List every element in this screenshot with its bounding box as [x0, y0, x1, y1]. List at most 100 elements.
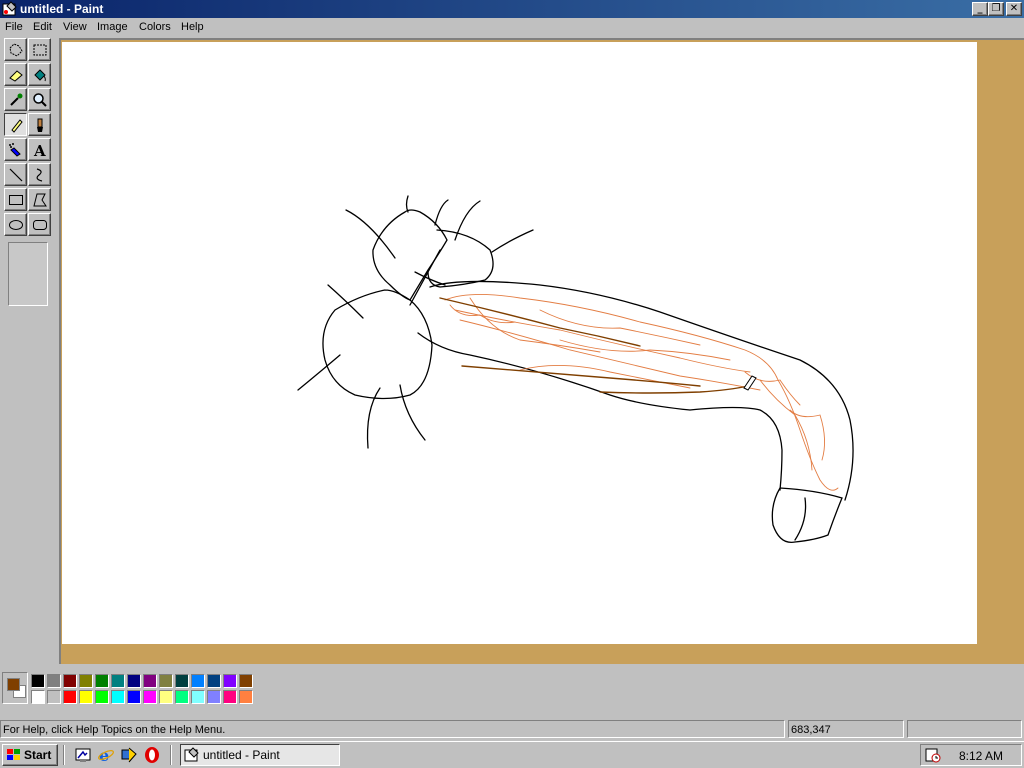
palette-swatch[interactable] [223, 674, 237, 688]
drawn-stroke [405, 195, 409, 213]
tool-pick-color[interactable] [4, 88, 27, 111]
palette-swatch[interactable] [47, 674, 61, 688]
tool-eraser[interactable] [4, 63, 27, 86]
palette-swatch[interactable] [31, 690, 45, 704]
tool-select[interactable] [28, 38, 51, 61]
start-label: Start [24, 748, 52, 762]
foreground-color[interactable] [7, 678, 20, 691]
drawn-stroke [322, 289, 433, 400]
curve-icon [36, 168, 43, 182]
tool-text[interactable]: A [28, 138, 51, 161]
rect-select-icon [33, 44, 47, 56]
palette-swatch[interactable] [127, 674, 141, 688]
tool-rectangle[interactable] [4, 188, 27, 211]
airbrush-icon [9, 143, 21, 157]
tool-free-form-select[interactable] [4, 38, 27, 61]
close-button[interactable]: ✕ [1006, 2, 1022, 16]
current-colors[interactable] [2, 672, 28, 704]
minimize-button[interactable]: _ [972, 2, 988, 16]
palette-swatch[interactable] [239, 690, 253, 704]
channels-icon[interactable] [120, 746, 138, 764]
menu-edit[interactable]: Edit [33, 21, 52, 33]
window-title: untitled - Paint [20, 2, 104, 16]
palette-swatch[interactable] [159, 690, 173, 704]
palette-swatch[interactable] [111, 690, 125, 704]
drawn-stroke [454, 309, 751, 373]
start-button[interactable]: Start [2, 744, 58, 766]
palette-swatch[interactable] [175, 690, 189, 704]
palette-swatch[interactable] [79, 690, 93, 704]
palette-swatch[interactable] [239, 674, 253, 688]
ellipse-icon [9, 220, 23, 230]
status-help-text: For Help, click Help Topics on the Help … [0, 720, 785, 738]
menu-view[interactable]: View [63, 21, 87, 33]
drawn-stroke [539, 309, 701, 346]
palette-swatch[interactable] [79, 674, 93, 688]
tool-magnifier[interactable] [28, 88, 51, 111]
tool-fill[interactable] [28, 63, 51, 86]
system-tray: 8:12 AM [920, 744, 1022, 766]
text-icon: A [33, 142, 46, 158]
menu-file[interactable]: File [5, 21, 23, 33]
tool-line[interactable] [4, 163, 27, 186]
palette-swatch[interactable] [143, 674, 157, 688]
palette-swatch[interactable] [31, 674, 45, 688]
taskbar-separator [63, 745, 65, 765]
eraser-icon [9, 70, 23, 82]
tool-pencil[interactable] [4, 113, 27, 136]
tool-polygon[interactable] [28, 188, 51, 211]
magnifier-icon [33, 93, 47, 107]
palette-swatch[interactable] [63, 674, 77, 688]
clock[interactable]: 8:12 AM [959, 749, 1003, 763]
pencil-icon [11, 119, 23, 133]
taskbar-button-paint[interactable]: untitled - Paint [180, 744, 340, 766]
drawing-canvas[interactable] [62, 42, 977, 644]
tool-ellipse[interactable] [4, 213, 27, 236]
eyedropper-icon [10, 93, 23, 106]
tool-curve[interactable] [28, 163, 51, 186]
tool-brush[interactable] [28, 113, 51, 136]
scheduler-icon[interactable] [925, 747, 941, 763]
palette-swatch[interactable] [95, 674, 109, 688]
tool-airbrush[interactable] [4, 138, 27, 161]
line-icon [9, 168, 23, 182]
menu-colors[interactable]: Colors [139, 21, 171, 33]
palette-swatch[interactable] [95, 690, 109, 704]
palette-swatch[interactable] [111, 674, 125, 688]
rectangle-icon [9, 195, 23, 205]
tool-options-box[interactable] [8, 242, 48, 306]
palette-swatch[interactable] [191, 674, 205, 688]
drawn-stroke [429, 280, 854, 501]
toolbox: A [0, 38, 58, 664]
menu-help[interactable]: Help [181, 21, 204, 33]
paint-app-icon[interactable] [2, 1, 18, 17]
title-bar[interactable]: untitled - Paint _ ❐ ✕ [0, 0, 1024, 18]
drawn-stroke [461, 365, 701, 387]
desktop-icon[interactable] [74, 746, 92, 764]
brush-icon [37, 118, 43, 132]
palette-swatch[interactable] [191, 690, 205, 704]
free-select-icon [9, 43, 23, 57]
palette-swatch[interactable] [159, 674, 173, 688]
palette-swatch[interactable] [175, 674, 189, 688]
palette-swatch[interactable] [207, 690, 221, 704]
drawn-stroke [345, 209, 396, 259]
drawn-stroke [794, 497, 807, 541]
rounded-rect-icon [33, 220, 47, 230]
ie-icon[interactable]: e [97, 746, 115, 764]
palette-swatch[interactable] [207, 674, 221, 688]
restore-button[interactable]: ❐ [988, 2, 1004, 16]
menu-image[interactable]: Image [97, 21, 128, 33]
palette-swatch[interactable] [47, 690, 61, 704]
palette-swatch[interactable] [143, 690, 157, 704]
drawn-stroke [427, 229, 494, 288]
fill-bucket-icon [34, 69, 46, 82]
drawn-stroke [454, 200, 481, 241]
status-coordinates: 683,347 [788, 720, 904, 738]
palette-swatch[interactable] [223, 690, 237, 704]
opera-icon[interactable] [143, 746, 161, 764]
tool-rounded-rectangle[interactable] [28, 213, 51, 236]
palette-swatch[interactable] [127, 690, 141, 704]
palette-swatch[interactable] [63, 690, 77, 704]
drawn-stroke [771, 487, 843, 544]
